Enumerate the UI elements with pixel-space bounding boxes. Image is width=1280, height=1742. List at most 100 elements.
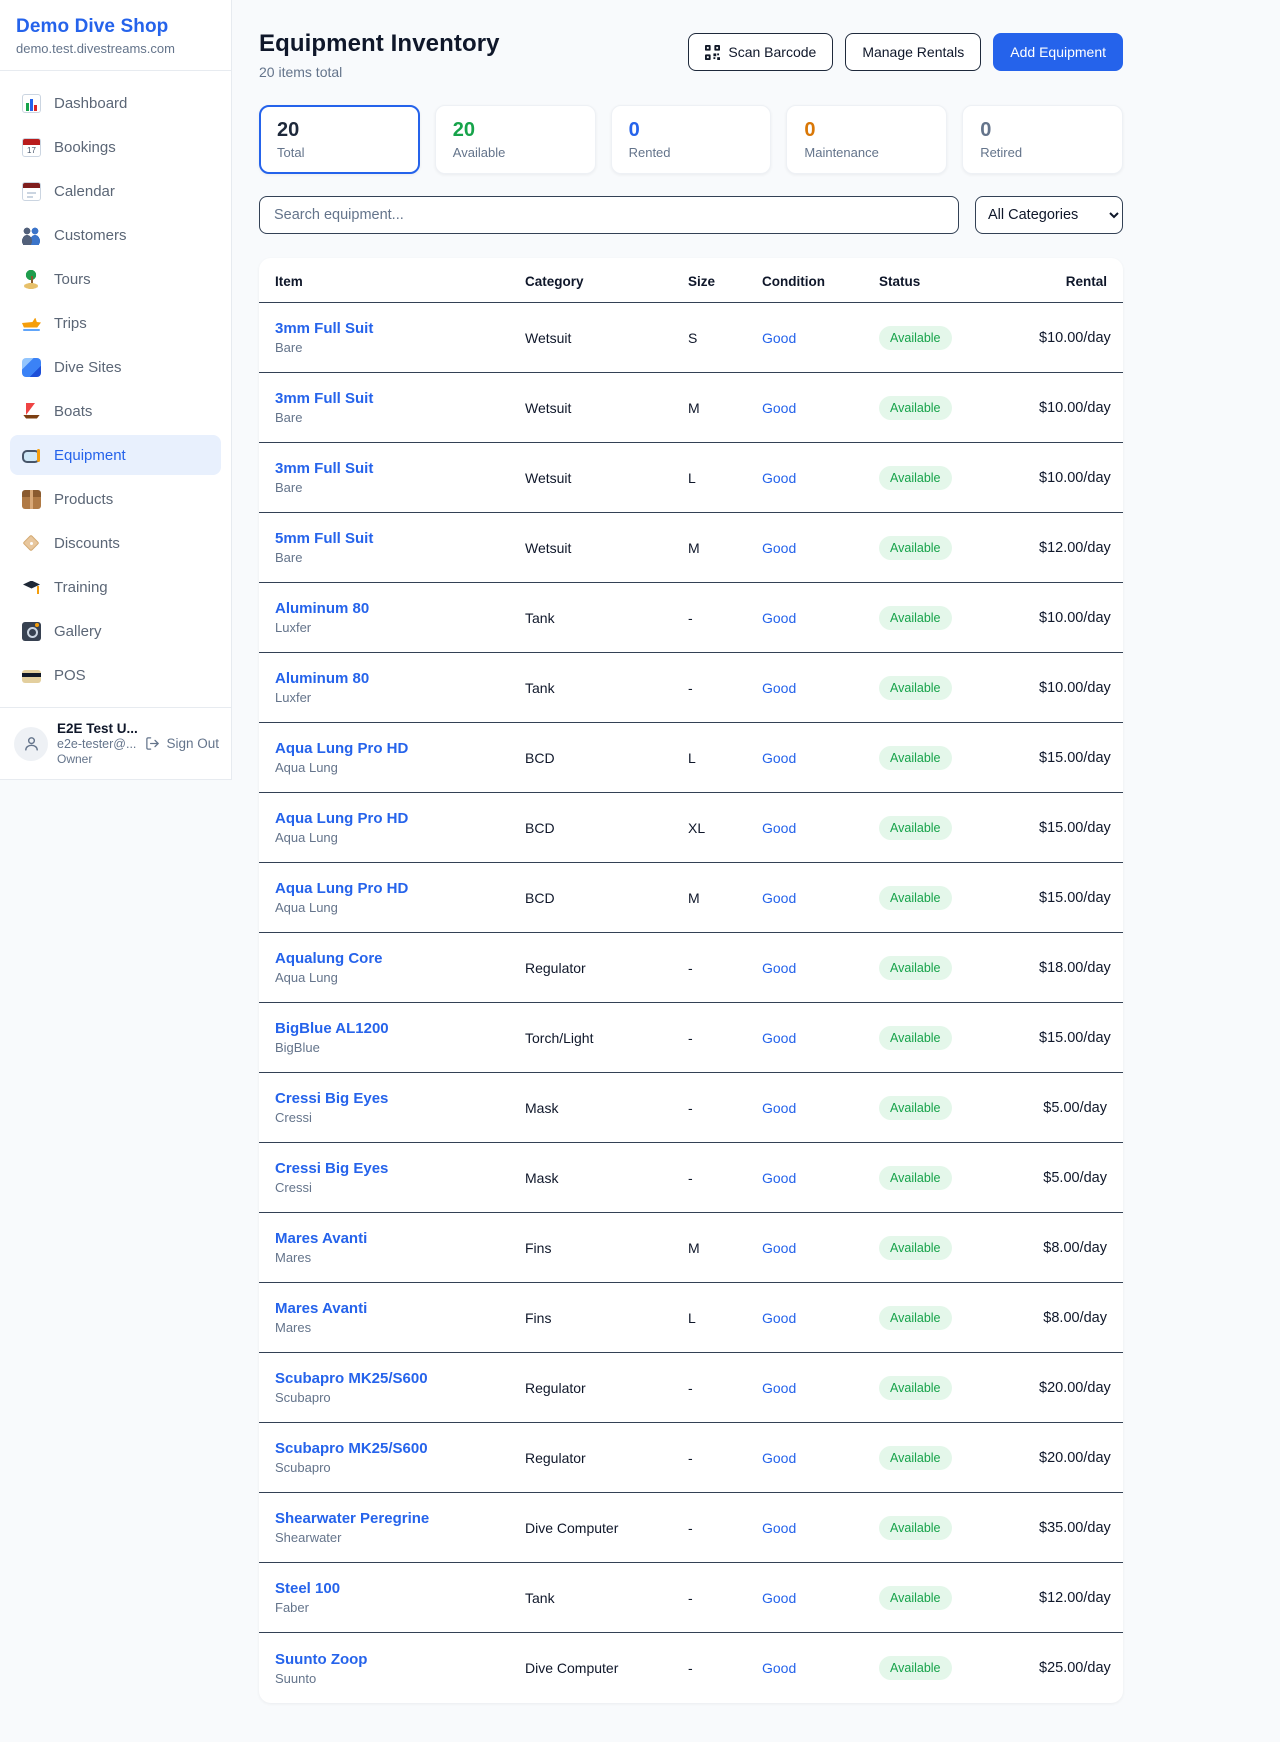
manage-rentals-label: Manage Rentals — [862, 44, 964, 60]
item-cell: Aluminum 80 Luxfer — [259, 600, 525, 635]
item-name-link[interactable]: Aqualung Core — [275, 950, 525, 967]
condition-link[interactable]: Good — [762, 610, 879, 626]
condition-link[interactable]: Good — [762, 890, 879, 906]
item-name-link[interactable]: Aqua Lung Pro HD — [275, 810, 525, 827]
status-cell: Available — [879, 956, 1039, 980]
item-name-link[interactable]: Steel 100 — [275, 1580, 525, 1597]
stat-label: Available — [453, 145, 578, 160]
condition-link[interactable]: Good — [762, 1170, 879, 1186]
sign-out-button[interactable]: Sign Out — [145, 736, 219, 751]
sidebar-item-training[interactable]: Training — [10, 567, 221, 607]
sidebar-item-trips[interactable]: Trips — [10, 303, 221, 343]
item-name-link[interactable]: Shearwater Peregrine — [275, 1510, 525, 1527]
main-content: Equipment Inventory 20 items total Scan … — [232, 0, 1123, 1703]
item-name-link[interactable]: Suunto Zoop — [275, 1651, 525, 1668]
condition-link[interactable]: Good — [762, 1310, 879, 1326]
sidebar-item-boats[interactable]: Boats — [10, 391, 221, 431]
sidebar-item-calendar[interactable]: Calendar — [10, 171, 221, 211]
sign-out-label: Sign Out — [166, 736, 219, 751]
brand-logo[interactable]: Demo Dive Shop — [16, 16, 215, 38]
condition-link[interactable]: Good — [762, 1660, 879, 1676]
item-name-link[interactable]: Mares Avanti — [275, 1300, 525, 1317]
table-row: 3mm Full Suit Bare Wetsuit S Good Availa… — [259, 303, 1123, 373]
status-badge: Available — [879, 326, 952, 350]
category-cell: Tank — [525, 1590, 688, 1606]
column-header-item: Item — [259, 258, 525, 302]
scan-barcode-button[interactable]: Scan Barcode — [688, 33, 833, 71]
condition-link[interactable]: Good — [762, 820, 879, 836]
item-cell: 5mm Full Suit Bare — [259, 530, 525, 565]
condition-link[interactable]: Good — [762, 1520, 879, 1536]
condition-link[interactable]: Good — [762, 330, 879, 346]
sidebar-item-pos[interactable]: POS — [10, 655, 221, 695]
condition-link[interactable]: Good — [762, 1380, 879, 1396]
condition-link[interactable]: Good — [762, 540, 879, 556]
sidebar-item-bookings[interactable]: Bookings — [10, 127, 221, 167]
condition-link[interactable]: Good — [762, 1590, 879, 1606]
manage-rentals-button[interactable]: Manage Rentals — [845, 33, 981, 71]
status-badge: Available — [879, 816, 952, 840]
add-equipment-button[interactable]: Add Equipment — [993, 33, 1123, 71]
condition-link[interactable]: Good — [762, 680, 879, 696]
item-brand: Faber — [275, 1600, 525, 1615]
item-name-link[interactable]: Aluminum 80 — [275, 600, 525, 617]
search-input[interactable] — [259, 196, 959, 234]
stat-card-available[interactable]: 20 Available — [435, 105, 596, 174]
rental-cell: $20.00/day — [1039, 1450, 1123, 1466]
item-name-link[interactable]: 5mm Full Suit — [275, 530, 525, 547]
item-cell: Aqualung Core Aqua Lung — [259, 950, 525, 985]
status-cell: Available — [879, 1516, 1039, 1540]
item-name-link[interactable]: Cressi Big Eyes — [275, 1160, 525, 1177]
condition-link[interactable]: Good — [762, 1450, 879, 1466]
item-name-link[interactable]: 3mm Full Suit — [275, 390, 525, 407]
sidebar-nav: Dashboard Bookings Calendar Customers To… — [0, 71, 231, 707]
stat-card-rented[interactable]: 0 Rented — [611, 105, 772, 174]
condition-link[interactable]: Good — [762, 1240, 879, 1256]
item-name-link[interactable]: Mares Avanti — [275, 1230, 525, 1247]
condition-link[interactable]: Good — [762, 1030, 879, 1046]
sidebar-item-products[interactable]: Products — [10, 479, 221, 519]
status-cell: Available — [879, 676, 1039, 700]
item-cell: 3mm Full Suit Bare — [259, 460, 525, 495]
item-name-link[interactable]: 3mm Full Suit — [275, 320, 525, 337]
item-name-link[interactable]: Aqua Lung Pro HD — [275, 880, 525, 897]
stat-card-retired[interactable]: 0 Retired — [962, 105, 1123, 174]
sidebar-item-customers[interactable]: Customers — [10, 215, 221, 255]
item-cell: Aqua Lung Pro HD Aqua Lung — [259, 880, 525, 915]
item-brand: Suunto — [275, 1671, 525, 1686]
item-brand: Cressi — [275, 1180, 525, 1195]
item-name-link[interactable]: Aluminum 80 — [275, 670, 525, 687]
status-badge: Available — [879, 1586, 952, 1610]
sidebar-item-gallery[interactable]: Gallery — [10, 611, 221, 651]
condition-link[interactable]: Good — [762, 470, 879, 486]
sidebar-item-discounts[interactable]: Discounts — [10, 523, 221, 563]
category-select[interactable]: All Categories — [975, 196, 1123, 234]
item-name-link[interactable]: BigBlue AL1200 — [275, 1020, 525, 1037]
sidebar-item-dive-sites[interactable]: Dive Sites — [10, 347, 221, 387]
item-name-link[interactable]: Scubapro MK25/S600 — [275, 1440, 525, 1457]
user-role: Owner — [57, 752, 136, 766]
item-cell: Aqua Lung Pro HD Aqua Lung — [259, 810, 525, 845]
sidebar-item-tours[interactable]: Tours — [10, 259, 221, 299]
size-cell: S — [688, 330, 762, 346]
table-row: Aqua Lung Pro HD Aqua Lung BCD XL Good A… — [259, 793, 1123, 863]
item-name-link[interactable]: Aqua Lung Pro HD — [275, 740, 525, 757]
stat-card-total[interactable]: 20 Total — [259, 105, 420, 174]
item-name-link[interactable]: 3mm Full Suit — [275, 460, 525, 477]
rental-cell: $10.00/day — [1039, 680, 1123, 696]
sidebar-item-equipment[interactable]: Equipment — [10, 435, 221, 475]
condition-link[interactable]: Good — [762, 400, 879, 416]
item-name-link[interactable]: Cressi Big Eyes — [275, 1090, 525, 1107]
stat-card-maintenance[interactable]: 0 Maintenance — [786, 105, 947, 174]
condition-link[interactable]: Good — [762, 960, 879, 976]
size-cell: L — [688, 1310, 762, 1326]
item-brand: Scubapro — [275, 1460, 525, 1475]
table-row: Scubapro MK25/S600 Scubapro Regulator - … — [259, 1423, 1123, 1493]
item-name-link[interactable]: Scubapro MK25/S600 — [275, 1370, 525, 1387]
condition-link[interactable]: Good — [762, 750, 879, 766]
condition-link[interactable]: Good — [762, 1100, 879, 1116]
rental-cell: $18.00/day — [1039, 960, 1123, 976]
sidebar-item-dashboard[interactable]: Dashboard — [10, 83, 221, 123]
status-badge: Available — [879, 1446, 952, 1470]
barcode-icon — [705, 45, 720, 60]
